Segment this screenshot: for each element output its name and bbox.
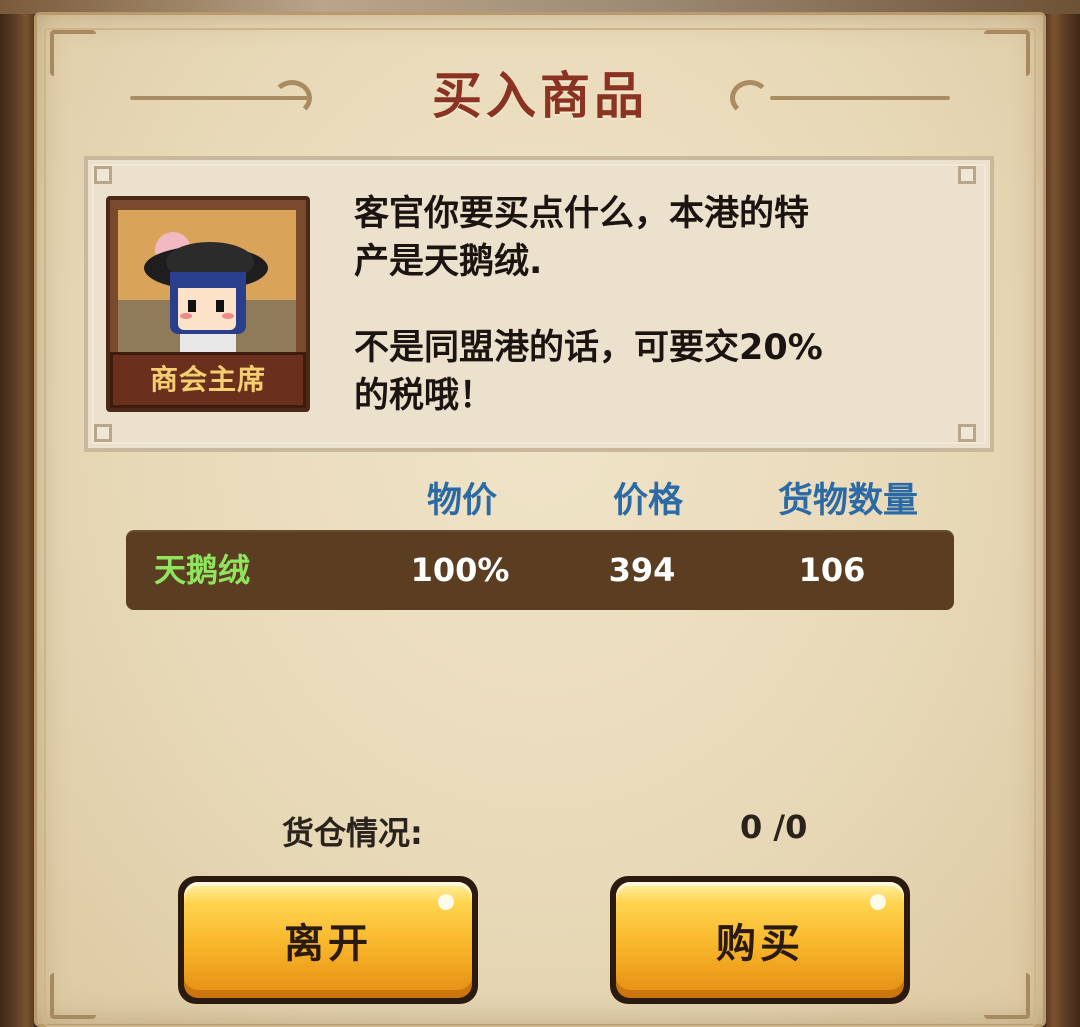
merchant-avatar <box>118 210 296 358</box>
page-title: 买入商品 <box>432 67 648 125</box>
buy-button-face[interactable]: 购买 <box>616 882 904 998</box>
shine-icon <box>438 894 454 910</box>
goods-price: 394 <box>608 551 676 589</box>
merchant-role-label: 商会主席 <box>110 352 306 408</box>
dialog-line: 的税哦！ <box>354 376 495 416</box>
corner-ornament-icon <box>50 973 96 1019</box>
header-quantity: 货物数量 <box>777 481 918 521</box>
goods-row[interactable]: 天鹅绒 100% 394 106 <box>126 530 954 610</box>
leave-button-face[interactable]: 离开 <box>184 882 472 998</box>
title-divider-right <box>770 96 950 100</box>
buy-button[interactable]: 购买 <box>610 876 910 1004</box>
dialog-line: 不是同盟港的话，可要交20% <box>354 328 823 368</box>
corner-ornament-icon <box>984 973 1030 1019</box>
cargo-status-label: 货仓情况: <box>282 814 423 852</box>
merchant-character-icon <box>118 210 296 358</box>
goods-table-header: 物价 价格 货物数量 <box>0 472 1080 522</box>
merchant-dialog-text: 客官你要买点什么，本港的特 产是天鹅绒. 不是同盟港的话，可要交20% 的税哦！ <box>354 190 934 420</box>
dialog-corner-icon <box>958 166 976 184</box>
leave-button-label: 离开 <box>284 921 372 967</box>
dialog-line: 客官你要买点什么，本港的特 <box>354 194 810 234</box>
swirl-ornament-icon <box>730 80 770 116</box>
swirl-ornament-icon <box>272 80 312 116</box>
goods-name: 天鹅绒 <box>154 551 251 589</box>
leave-button[interactable]: 离开 <box>178 876 478 1004</box>
cargo-status-value: 0 /0 <box>740 808 808 846</box>
dialog-line: 产是天鹅绒. <box>354 242 543 282</box>
header-price: 价格 <box>612 481 683 521</box>
dialog-corner-icon <box>94 424 112 442</box>
buy-button-label: 购买 <box>716 921 804 967</box>
header-price-rate: 物价 <box>426 481 497 521</box>
corner-ornament-icon <box>50 30 96 76</box>
goods-quantity: 106 <box>798 551 866 589</box>
shine-icon <box>870 894 886 910</box>
goods-price-rate: 100% <box>410 551 510 589</box>
dialog-corner-icon <box>94 166 112 184</box>
dialog-corner-icon <box>958 424 976 442</box>
corner-ornament-icon <box>984 30 1030 76</box>
